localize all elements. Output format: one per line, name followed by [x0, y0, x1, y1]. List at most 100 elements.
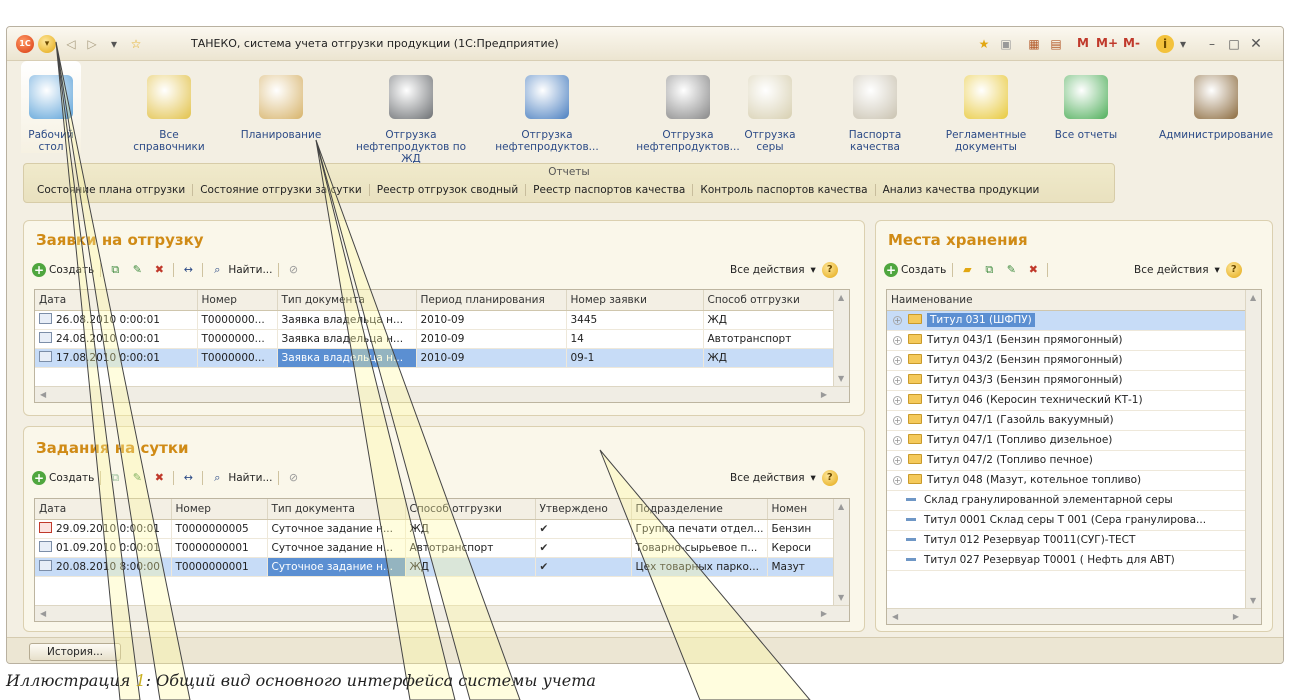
minimize-icon[interactable]: – [1203, 35, 1221, 53]
scroll-up-icon[interactable]: ▲ [1250, 293, 1256, 302]
copy-icon[interactable]: ⧉ [107, 262, 123, 278]
tree-folder-row[interactable]: + Титул 031 (ШФПУ) [887, 310, 1247, 331]
1c-logo-icon[interactable]: 1С [16, 35, 34, 53]
column-header[interactable]: Тип документа [277, 290, 417, 311]
expand-icon[interactable]: + [893, 376, 902, 385]
column-header[interactable]: Номен [767, 499, 836, 520]
vertical-scrollbar[interactable]: ▲ ▼ [833, 499, 849, 605]
column-header[interactable]: Период планирования [416, 290, 567, 311]
scroll-right-icon[interactable]: ▶ [821, 609, 827, 618]
tasks-create-button[interactable]: + Создать [32, 471, 94, 485]
favorites-star-icon[interactable]: ☆ [127, 35, 145, 53]
expand-icon[interactable]: + [893, 416, 902, 425]
delete-icon[interactable]: ✖ [151, 470, 167, 486]
tree-folder-row[interactable]: + Титул 047/1 (Топливо дизельное) [887, 430, 1247, 451]
tree-item-row[interactable]: Склад гранулированной элементарной серы [887, 490, 1247, 511]
report-link[interactable]: Контроль паспортов качества [693, 184, 874, 196]
tasks-find-button[interactable]: ⌕ Найти... [209, 470, 272, 486]
column-header[interactable]: Способ отгрузки [405, 499, 536, 520]
table-row[interactable]: 01.09.2010 0:00:01 Т0000000001 Суточное за… [35, 538, 836, 558]
cancel-search-icon[interactable]: ⊘ [285, 470, 301, 486]
report-link[interactable]: Реестр паспортов качества [526, 184, 692, 196]
expand-icon[interactable]: + [893, 316, 902, 325]
section-9[interactable]: Регламентные документы [931, 61, 1041, 153]
help-icon[interactable]: ? [821, 262, 838, 278]
favorites-icon[interactable]: ★ [975, 35, 993, 53]
table-row[interactable]: 29.09.2010 0:00:01 Т0000000005 Суточное за… [35, 519, 836, 539]
expand-icon[interactable]: + [893, 456, 902, 465]
scroll-right-icon[interactable]: ▶ [821, 390, 827, 399]
info-dropdown-icon[interactable]: ▾ [1174, 35, 1192, 53]
section-8[interactable]: Паспорта качества [835, 61, 915, 153]
scroll-left-icon[interactable]: ◀ [892, 612, 898, 621]
section-11[interactable]: Администрирование [1153, 61, 1279, 153]
tasks-all-actions[interactable]: Все действия ▾? [730, 467, 838, 489]
storage-all-actions[interactable]: Все действия ▾? [1134, 259, 1242, 281]
column-header-name[interactable]: Наименование [887, 290, 1247, 311]
section-3[interactable]: Планирование [233, 61, 329, 153]
scroll-down-icon[interactable]: ▼ [838, 374, 844, 383]
memory-plus-button[interactable]: M+ [1096, 36, 1118, 50]
copy-icon[interactable]: ⧉ [107, 470, 123, 486]
table-row[interactable]: 17.08.2010 0:00:01 Т0000000... Заявка влад… [35, 348, 836, 368]
tree-folder-row[interactable]: + Титул 043/3 (Бензин прямогонный) [887, 370, 1247, 391]
tree-item-row[interactable]: Титул 027 Резервуар Т0001 ( Нефть для АВ… [887, 550, 1247, 571]
section-6[interactable]: Отгрузка нефтепродуктов... [623, 61, 753, 153]
scroll-left-icon[interactable]: ◀ [40, 609, 46, 618]
column-header[interactable]: Способ отгрузки [703, 290, 836, 311]
post-icon[interactable]: ↔ [180, 262, 196, 278]
scroll-up-icon[interactable]: ▲ [838, 502, 844, 511]
scroll-down-icon[interactable]: ▼ [1250, 596, 1256, 605]
help-icon[interactable]: ? [1225, 262, 1242, 278]
main-menu-icon[interactable]: ▾ [38, 35, 56, 53]
scroll-up-icon[interactable]: ▲ [838, 293, 844, 302]
table-row[interactable]: 24.08.2010 0:00:01 Т0000000... Заявка влад… [35, 329, 836, 349]
calculator-icon[interactable]: ▦ [1025, 35, 1043, 53]
section-1[interactable]: Рабочий стол [21, 61, 81, 153]
calendar-icon[interactable]: ▤ [1047, 35, 1065, 53]
delete-icon[interactable]: ✖ [151, 262, 167, 278]
horizontal-scrollbar[interactable]: ◀ ▶ [887, 608, 1261, 624]
table-row[interactable]: 20.08.2010 8:00:00 Т0000000001 Суточное за… [35, 557, 836, 577]
horizontal-scrollbar[interactable]: ◀ ▶ [35, 605, 849, 621]
column-header[interactable]: Подразделение [631, 499, 768, 520]
column-header[interactable]: Номер [171, 499, 268, 520]
section-10[interactable]: Все отчеты [1053, 61, 1119, 153]
edit-icon[interactable]: ✎ [129, 262, 145, 278]
report-link[interactable]: Реестр отгрузок сводный [370, 184, 525, 196]
expand-icon[interactable]: + [893, 336, 902, 345]
column-header[interactable]: Тип документа [267, 499, 406, 520]
column-header[interactable]: Номер [197, 290, 278, 311]
tree-folder-row[interactable]: + Титул 046 (Керосин технический КТ-1) [887, 390, 1247, 411]
expand-icon[interactable]: + [893, 356, 902, 365]
orders-create-button[interactable]: + Создать [32, 263, 94, 277]
forward-icon[interactable]: ▷ [83, 35, 101, 53]
column-header[interactable]: Утверждено [535, 499, 632, 520]
expand-icon[interactable]: + [893, 476, 902, 485]
info-icon[interactable]: i [1156, 35, 1174, 53]
report-link[interactable]: Состояние плана отгрузки [30, 184, 192, 196]
close-icon[interactable]: ✕ [1247, 35, 1265, 53]
links-icon[interactable]: ▣ [997, 35, 1015, 53]
back-icon[interactable]: ◁ [62, 35, 80, 53]
memory-m-button[interactable]: M [1077, 36, 1089, 50]
column-header[interactable]: Номер заявки [566, 290, 704, 311]
expand-icon[interactable]: + [893, 436, 902, 445]
tree-item-row[interactable]: Титул 0001 Склад серы Т 001 (Сера гранул… [887, 510, 1247, 531]
tree-folder-row[interactable]: + Титул 048 (Мазут, котельное топливо) [887, 470, 1247, 491]
horizontal-scrollbar[interactable]: ◀ ▶ [35, 386, 849, 402]
tree-folder-row[interactable]: + Титул 043/1 (Бензин прямогонный) [887, 330, 1247, 351]
section-4[interactable]: Отгрузка нефтепродуктов по ЖД [345, 61, 477, 165]
scroll-down-icon[interactable]: ▼ [838, 593, 844, 602]
expand-icon[interactable]: + [893, 396, 902, 405]
section-2[interactable]: Все справочники [129, 61, 209, 153]
history-dropdown-icon[interactable]: ▾ [105, 35, 123, 53]
orders-all-actions[interactable]: Все действия ▾? [730, 259, 838, 281]
tree-folder-row[interactable]: + Титул 047/1 (Газойль вакуумный) [887, 410, 1247, 431]
section-7[interactable]: Отгрузка серы [735, 61, 805, 153]
orders-find-button[interactable]: ⌕ Найти... [209, 262, 272, 278]
vertical-scrollbar[interactable]: ▲ ▼ [833, 290, 849, 386]
edit-icon[interactable]: ✎ [129, 470, 145, 486]
maximize-icon[interactable]: □ [1225, 35, 1243, 53]
copy-icon[interactable]: ⧉ [981, 262, 997, 278]
